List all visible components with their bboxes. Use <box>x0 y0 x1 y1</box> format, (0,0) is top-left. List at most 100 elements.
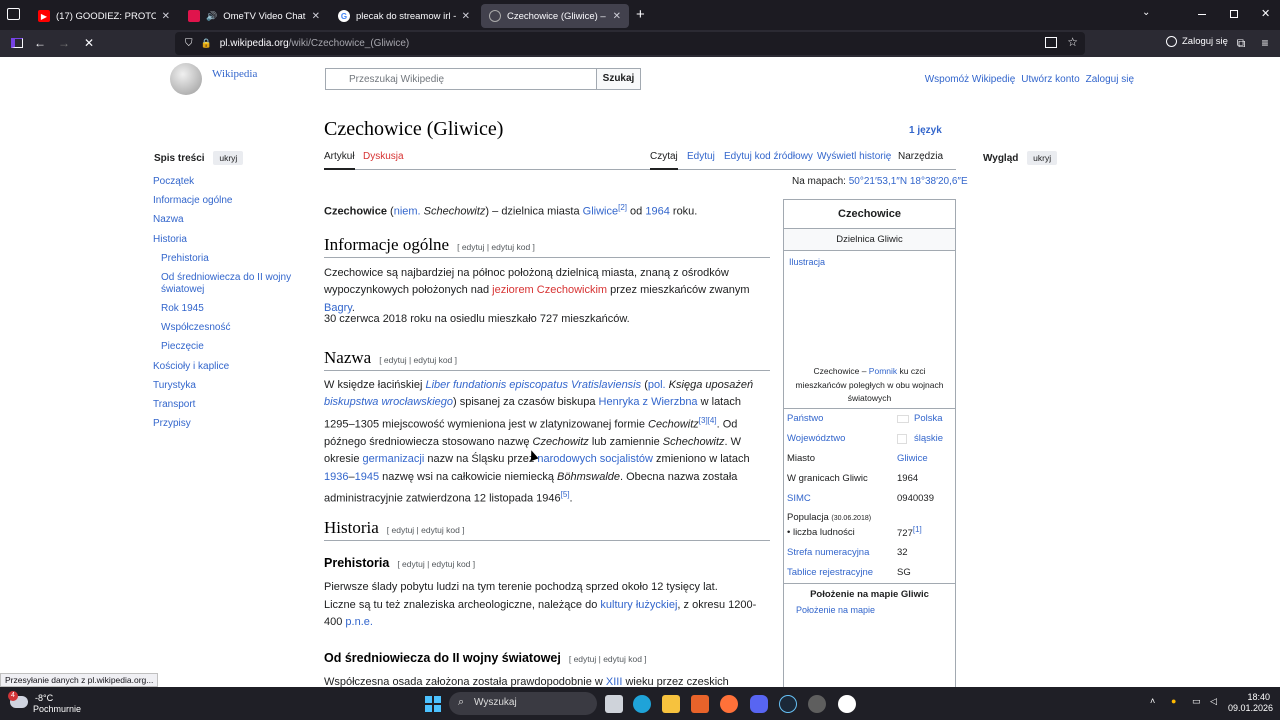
wikipedia-wordmark[interactable]: Wikipedia <box>212 68 257 80</box>
section-edit-links[interactable]: [ edytuj | edytuj kod ] <box>387 525 465 535</box>
app-icon[interactable] <box>691 695 709 713</box>
weather-widget[interactable]: 4 -8°C Pochmurnie <box>8 691 98 717</box>
tab-article[interactable]: Artykuł <box>324 151 355 170</box>
year-link[interactable]: 1964 <box>645 206 669 218</box>
search-button[interactable]: Szukaj <box>596 68 641 90</box>
niem-link[interactable]: niem. <box>394 206 421 218</box>
liber-link[interactable]: Liber fundationis episcopatus Vratislavi… <box>425 379 641 391</box>
infobox-image[interactable]: Ilustracja <box>784 251 955 365</box>
tab-overflow-chevron-icon[interactable]: ⌄ <box>1142 7 1150 18</box>
bishop-link[interactable]: Henryka z Wierzbna <box>599 396 698 408</box>
windows-start-icon[interactable] <box>425 696 441 712</box>
create-account-link[interactable]: Utwórz konto <box>1021 74 1079 85</box>
edge-icon[interactable] <box>633 695 651 713</box>
back-icon[interactable]: ← <box>32 35 48 51</box>
year-link[interactable]: 1945 <box>355 471 379 483</box>
close-tab-icon[interactable]: ✕ <box>162 11 170 22</box>
toc-item[interactable]: Kościoły i kaplice <box>153 361 229 373</box>
tab-list-icon[interactable] <box>7 8 20 20</box>
tab-history[interactable]: Wyświetl historię <box>817 151 891 162</box>
sidebar-icon[interactable] <box>9 35 25 51</box>
forward-icon[interactable]: → <box>56 35 72 51</box>
tab-discussion[interactable]: Dyskusja <box>363 151 404 162</box>
app-icon[interactable] <box>808 695 826 713</box>
pol-link[interactable]: pol. <box>648 379 666 391</box>
new-tab-button[interactable]: + <box>636 6 645 23</box>
section-edit-links[interactable]: [ edytuj | edytuj kod ] <box>379 355 457 365</box>
account-button[interactable]: Zaloguj się <box>1166 36 1228 47</box>
toc-hide-button[interactable]: ukryj <box>213 151 244 165</box>
diocese-link[interactable]: biskupstwa wrocławskiego <box>324 396 453 408</box>
toc-item[interactable]: Przypisy <box>153 418 191 430</box>
bookmark-star-icon[interactable]: ☆ <box>1067 35 1078 49</box>
toc-item[interactable]: Informacje ogólne <box>153 195 233 207</box>
reader-view-icon[interactable] <box>1045 37 1057 48</box>
toc-item[interactable]: Transport <box>153 399 195 411</box>
toc-item[interactable]: Prehistoria <box>161 253 209 265</box>
reference-link[interactable]: [1] <box>913 525 922 534</box>
app-icon[interactable] <box>838 695 856 713</box>
speaker-icon[interactable]: 🔊 <box>206 11 217 22</box>
stop-loading-icon[interactable]: ✕ <box>81 35 97 51</box>
gliwice-link[interactable]: Gliwice <box>583 206 618 218</box>
close-window-icon[interactable]: ✕ <box>1261 7 1270 20</box>
section-edit-links[interactable]: [ edytuj | edytuj kod ] <box>569 654 647 664</box>
firefox-icon[interactable] <box>720 695 738 713</box>
map-link[interactable]: Położenie na mapie <box>784 600 955 615</box>
extensions-icon[interactable]: ⧉ <box>1233 35 1249 51</box>
toc-item[interactable]: Nazwa <box>153 214 184 226</box>
tray-chevron-icon[interactable]: ˄ <box>1150 696 1155 706</box>
login-link[interactable]: Zaloguj się <box>1086 74 1134 85</box>
section-edit-links[interactable]: [ edytuj | edytuj kod ] <box>397 559 475 569</box>
volume-icon[interactable]: ◁ <box>1210 696 1217 707</box>
section-edit-links[interactable]: [ edytuj | edytuj kod ] <box>457 242 535 252</box>
search-input[interactable]: Przeszukaj Wikipedię <box>325 68 597 90</box>
address-bar[interactable]: ⛉ 🔒 pl.wikipedia.org/wiki/Czechowice_(Gl… <box>175 32 1085 55</box>
tools-menu[interactable]: Narzędzia <box>898 151 943 162</box>
network-icon[interactable]: ▭ <box>1192 696 1201 707</box>
browser-tab[interactable]: G plecak do streamow irl - Szukaj ✕ <box>330 4 478 28</box>
year-link[interactable]: 1936 <box>324 471 348 483</box>
microphone-icon[interactable]: ● <box>1171 696 1176 706</box>
browser-tab-active[interactable]: Czechowice (Gliwice) – Wikiped ✕ <box>481 4 629 28</box>
tab-edit[interactable]: Edytuj <box>687 151 715 162</box>
appearance-hide-button[interactable]: ukryj <box>1027 151 1058 165</box>
browser-tab[interactable]: 🔊 OmeTV Video Chat — Ome ✕ <box>180 4 328 28</box>
toc-item[interactable]: Początek <box>153 176 194 188</box>
reference-link[interactable]: [3][4] <box>699 416 717 425</box>
toc-item[interactable]: Pieczęcie <box>161 341 204 353</box>
image-placeholder-link[interactable]: Ilustracja <box>789 257 825 267</box>
toc-item[interactable]: Współczesność <box>161 322 230 334</box>
lusatian-culture-link[interactable]: kultury łużyckiej <box>600 599 677 611</box>
lake-link[interactable]: jeziorem Czechowickim <box>492 284 607 296</box>
donate-link[interactable]: Wspomóż Wikipedię <box>925 74 1016 85</box>
nazi-link[interactable]: narodowych socjalistów <box>537 453 653 465</box>
language-button[interactable]: 1 język <box>909 125 942 136</box>
maximize-icon[interactable] <box>1230 10 1238 18</box>
discord-icon[interactable] <box>750 695 768 713</box>
toc-item[interactable]: Od średniowiecza do II wojny światowej <box>161 272 296 296</box>
close-tab-icon[interactable]: ✕ <box>312 11 320 22</box>
taskbar-search[interactable]: ⌕ Wyszukaj <box>449 692 597 715</box>
minimize-icon[interactable] <box>1198 14 1206 15</box>
century-link[interactable]: XIII <box>606 676 623 687</box>
toc-item[interactable]: Rok 1945 <box>161 303 204 315</box>
tab-edit-source[interactable]: Edytuj kod źródłowy <box>724 151 813 162</box>
toc-item[interactable]: Historia <box>153 234 187 246</box>
close-tab-icon[interactable]: ✕ <box>462 11 470 22</box>
file-explorer-icon[interactable] <box>662 695 680 713</box>
reference-link[interactable]: [2] <box>618 203 627 212</box>
toc-item[interactable]: Turystyka <box>153 380 196 392</box>
tracking-shield-icon[interactable]: ⛉ <box>185 38 193 49</box>
germanization-link[interactable]: germanizacji <box>363 453 425 465</box>
coordinates-link[interactable]: 50°21′53,1″N 18°38′20,6″E <box>849 176 968 187</box>
monument-link[interactable]: Pomnik <box>869 366 897 376</box>
task-view-icon[interactable] <box>605 695 623 713</box>
reference-link[interactable]: [5] <box>561 490 570 499</box>
browser-tab[interactable]: ▶ (17) GOODIEZ: PROTOKÓŁ ALIS ✕ <box>30 4 178 28</box>
steam-icon[interactable] <box>779 695 797 713</box>
bc-link[interactable]: p.n.e. <box>345 616 373 628</box>
wikipedia-logo[interactable] <box>170 63 202 95</box>
clock[interactable]: 18:40 09.01.2026 <box>1228 692 1273 714</box>
lock-icon[interactable]: 🔒 <box>201 38 212 49</box>
